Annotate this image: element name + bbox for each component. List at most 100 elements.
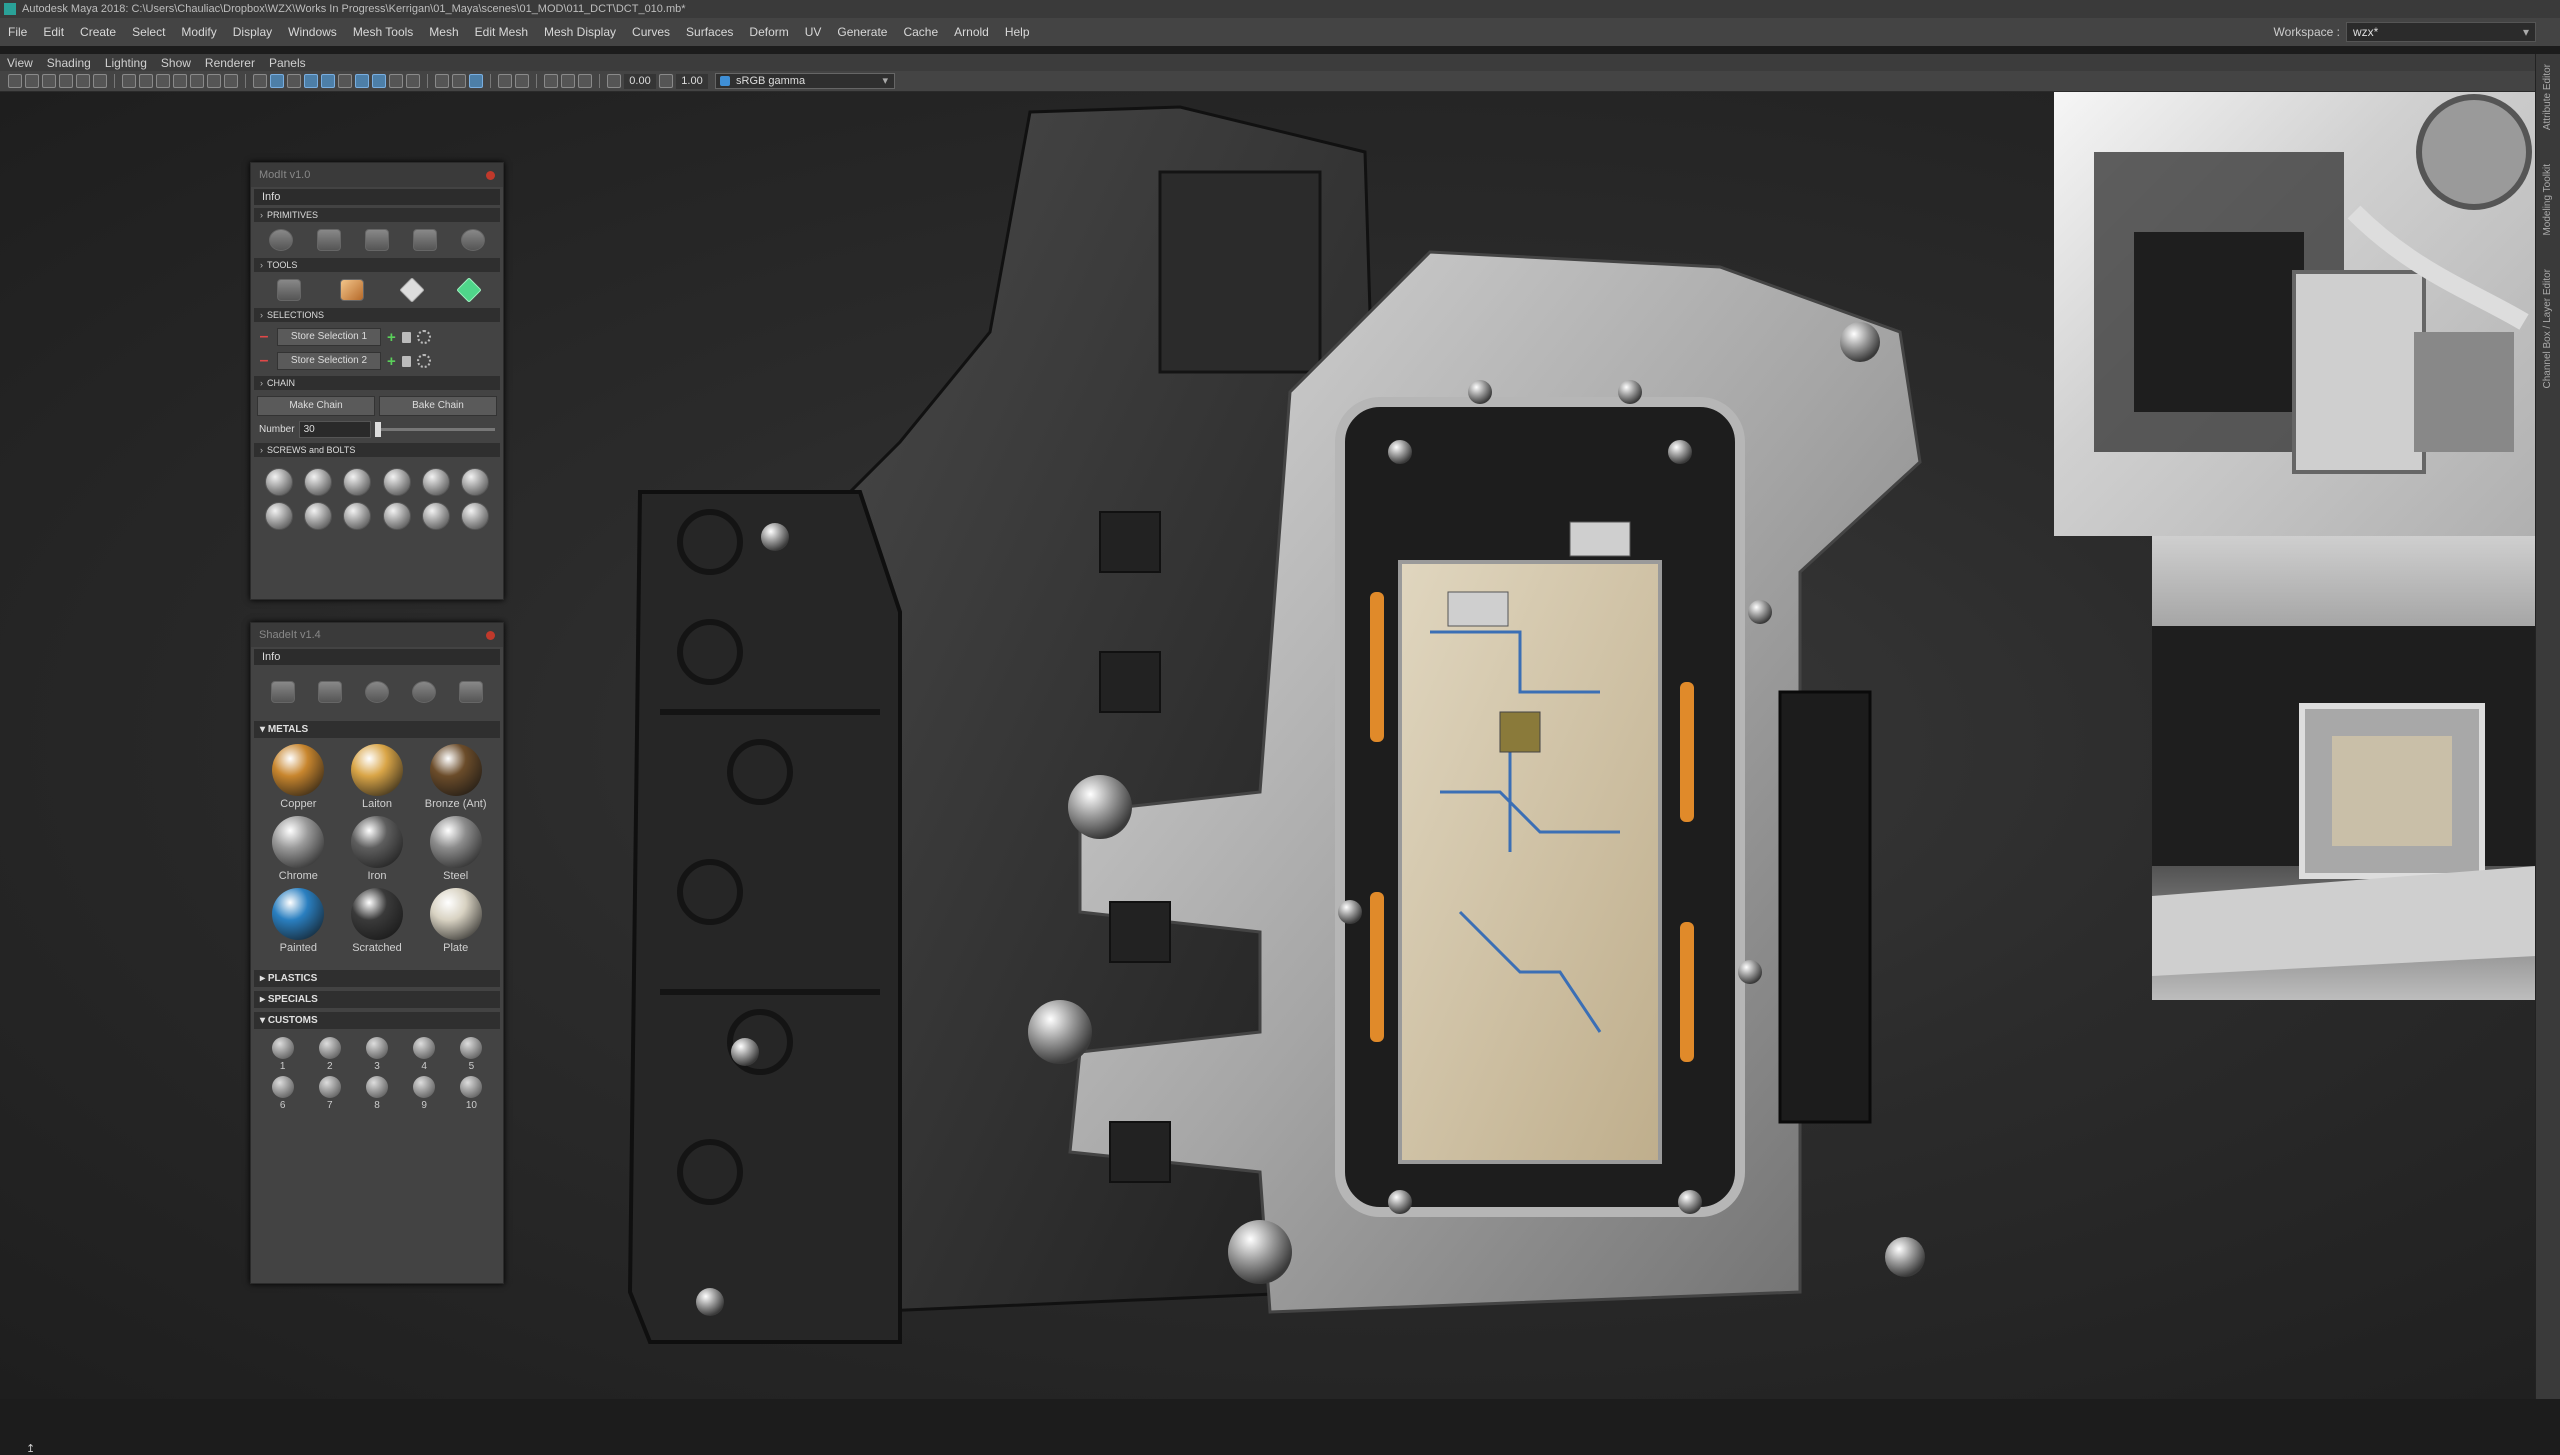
menu-modify[interactable]: Modify: [173, 25, 224, 39]
plus-icon[interactable]: +: [387, 329, 396, 346]
minus-icon[interactable]: –: [257, 328, 271, 346]
custom-slot[interactable]: 9: [401, 1076, 448, 1111]
hex-bolt-icon[interactable]: [303, 502, 332, 530]
tab-channel-box[interactable]: Channel Box / Layer Editor: [2542, 269, 2553, 389]
bake-chain-button[interactable]: Bake Chain: [379, 396, 497, 416]
metals-section-header[interactable]: ▾ METALS: [254, 721, 500, 738]
vp-menu-panels[interactable]: Panels: [262, 56, 313, 70]
material-swatch[interactable]: Laiton: [338, 744, 417, 812]
menu-help[interactable]: Help: [997, 25, 1038, 39]
primitives-section-header[interactable]: › PRIMITIVES: [254, 208, 500, 222]
vp-menu-view[interactable]: View: [0, 56, 40, 70]
hex-nut-icon[interactable]: [264, 502, 293, 530]
diamond-primitive-icon[interactable]: [413, 229, 437, 251]
vp-menu-show[interactable]: Show: [154, 56, 198, 70]
torus-primitive-icon[interactable]: [461, 229, 485, 251]
duplicate-tool-icon[interactable]: [276, 279, 301, 301]
menu-generate[interactable]: Generate: [829, 25, 895, 39]
reference-image-1[interactable]: [2054, 92, 2536, 536]
close-icon[interactable]: [486, 631, 495, 640]
custom-slot[interactable]: 8: [353, 1076, 400, 1111]
material-swatch[interactable]: Bronze (Ant): [416, 744, 495, 812]
bookmark-icon[interactable]: [42, 74, 56, 88]
material-swatch[interactable]: Chrome: [259, 816, 338, 884]
frame-all-icon[interactable]: [561, 74, 575, 88]
vp-menu-shading[interactable]: Shading: [40, 56, 98, 70]
reference-image-2[interactable]: [2152, 536, 2536, 1000]
customs-section-header[interactable]: ▾ CUSTOMS: [254, 1012, 500, 1029]
long-screw-icon[interactable]: [461, 502, 490, 530]
specials-section-header[interactable]: ▸ SPECIALS: [254, 991, 500, 1008]
torx-screw-icon[interactable]: [343, 468, 372, 496]
pick-shader-icon[interactable]: [317, 681, 342, 703]
menu-edit-mesh[interactable]: Edit Mesh: [467, 25, 536, 39]
minus-icon[interactable]: –: [257, 352, 271, 370]
xray-icon[interactable]: [452, 74, 466, 88]
phillips-screw-icon[interactable]: [264, 468, 293, 496]
slider-handle[interactable]: [374, 422, 381, 437]
round-bolt-icon[interactable]: [421, 502, 450, 530]
gamma-value-field[interactable]: 1.00: [676, 73, 708, 89]
flat-screw-icon[interactable]: [461, 468, 490, 496]
shadeit-title-bar[interactable]: ShadeIt v1.4: [251, 623, 503, 647]
menu-select[interactable]: Select: [124, 25, 173, 39]
custom-slot[interactable]: 6: [259, 1076, 306, 1111]
custom-slot[interactable]: 2: [306, 1037, 353, 1072]
wireframe-on-shaded-icon[interactable]: [287, 74, 301, 88]
uv-cube-icon[interactable]: [459, 681, 484, 703]
depth-of-field-icon[interactable]: [406, 74, 420, 88]
pattern-tool-icon[interactable]: [339, 279, 364, 301]
menu-surfaces[interactable]: Surfaces: [678, 25, 741, 39]
vp-menu-lighting[interactable]: Lighting: [98, 56, 154, 70]
textured-icon[interactable]: [304, 74, 318, 88]
plus-icon[interactable]: +: [387, 353, 396, 370]
frame-selection-icon[interactable]: [578, 74, 592, 88]
anti-aliasing-icon[interactable]: [389, 74, 403, 88]
exposure-icon[interactable]: [544, 74, 558, 88]
menu-arnold[interactable]: Arnold: [946, 25, 997, 39]
menu-mesh-display[interactable]: Mesh Display: [536, 25, 624, 39]
default-shader-icon[interactable]: [412, 681, 437, 703]
washer-icon[interactable]: [343, 502, 372, 530]
menu-create[interactable]: Create: [72, 25, 124, 39]
menu-deform[interactable]: Deform: [741, 25, 796, 39]
custom-slot[interactable]: 10: [448, 1076, 495, 1111]
menu-edit[interactable]: Edit: [35, 25, 72, 39]
color-space-dropdown[interactable]: sRGB gamma: [715, 73, 895, 89]
material-swatch[interactable]: Scratched: [338, 888, 417, 956]
isolate-select-icon[interactable]: [435, 74, 449, 88]
bevel-tool-icon[interactable]: [398, 277, 425, 303]
xray-joints-icon[interactable]: [469, 74, 483, 88]
slot-screw-icon[interactable]: [303, 468, 332, 496]
store-selection-1-button[interactable]: Store Selection 1: [277, 328, 381, 346]
image-plane-icon[interactable]: [59, 74, 73, 88]
screws-section-header[interactable]: › SCREWS and BOLTS: [254, 443, 500, 457]
menu-file[interactable]: File: [0, 25, 35, 39]
number-input[interactable]: 30: [298, 421, 371, 438]
cap-nut-icon[interactable]: [382, 502, 411, 530]
vp-menu-renderer[interactable]: Renderer: [198, 56, 262, 70]
material-swatch[interactable]: Copper: [259, 744, 338, 812]
motion-blur-icon[interactable]: [372, 74, 386, 88]
gate-mask-icon[interactable]: [173, 74, 187, 88]
custom-slot[interactable]: 1: [259, 1037, 306, 1072]
make-chain-button[interactable]: Make Chain: [257, 396, 375, 416]
camera-attributes-icon[interactable]: [25, 74, 39, 88]
custom-slot[interactable]: 4: [401, 1037, 448, 1072]
grease-pencil-icon[interactable]: [93, 74, 107, 88]
custom-slot[interactable]: 3: [353, 1037, 400, 1072]
exposure-settings-icon[interactable]: [607, 74, 621, 88]
safe-title-icon[interactable]: [224, 74, 238, 88]
smooth-shade-icon[interactable]: [270, 74, 284, 88]
select-camera-icon[interactable]: [8, 74, 22, 88]
workspace-dropdown[interactable]: wzx*: [2346, 22, 2536, 42]
selections-section-header[interactable]: › SELECTIONS: [254, 308, 500, 322]
select-icon[interactable]: [416, 354, 431, 368]
trash-icon[interactable]: [401, 331, 411, 343]
number-slider[interactable]: [374, 422, 495, 437]
material-swatch[interactable]: Painted: [259, 888, 338, 956]
store-selection-2-button[interactable]: Store Selection 2: [277, 352, 381, 370]
xray-active-components-icon[interactable]: [498, 74, 512, 88]
custom-slot[interactable]: 7: [306, 1076, 353, 1111]
material-swatch[interactable]: Steel: [416, 816, 495, 884]
